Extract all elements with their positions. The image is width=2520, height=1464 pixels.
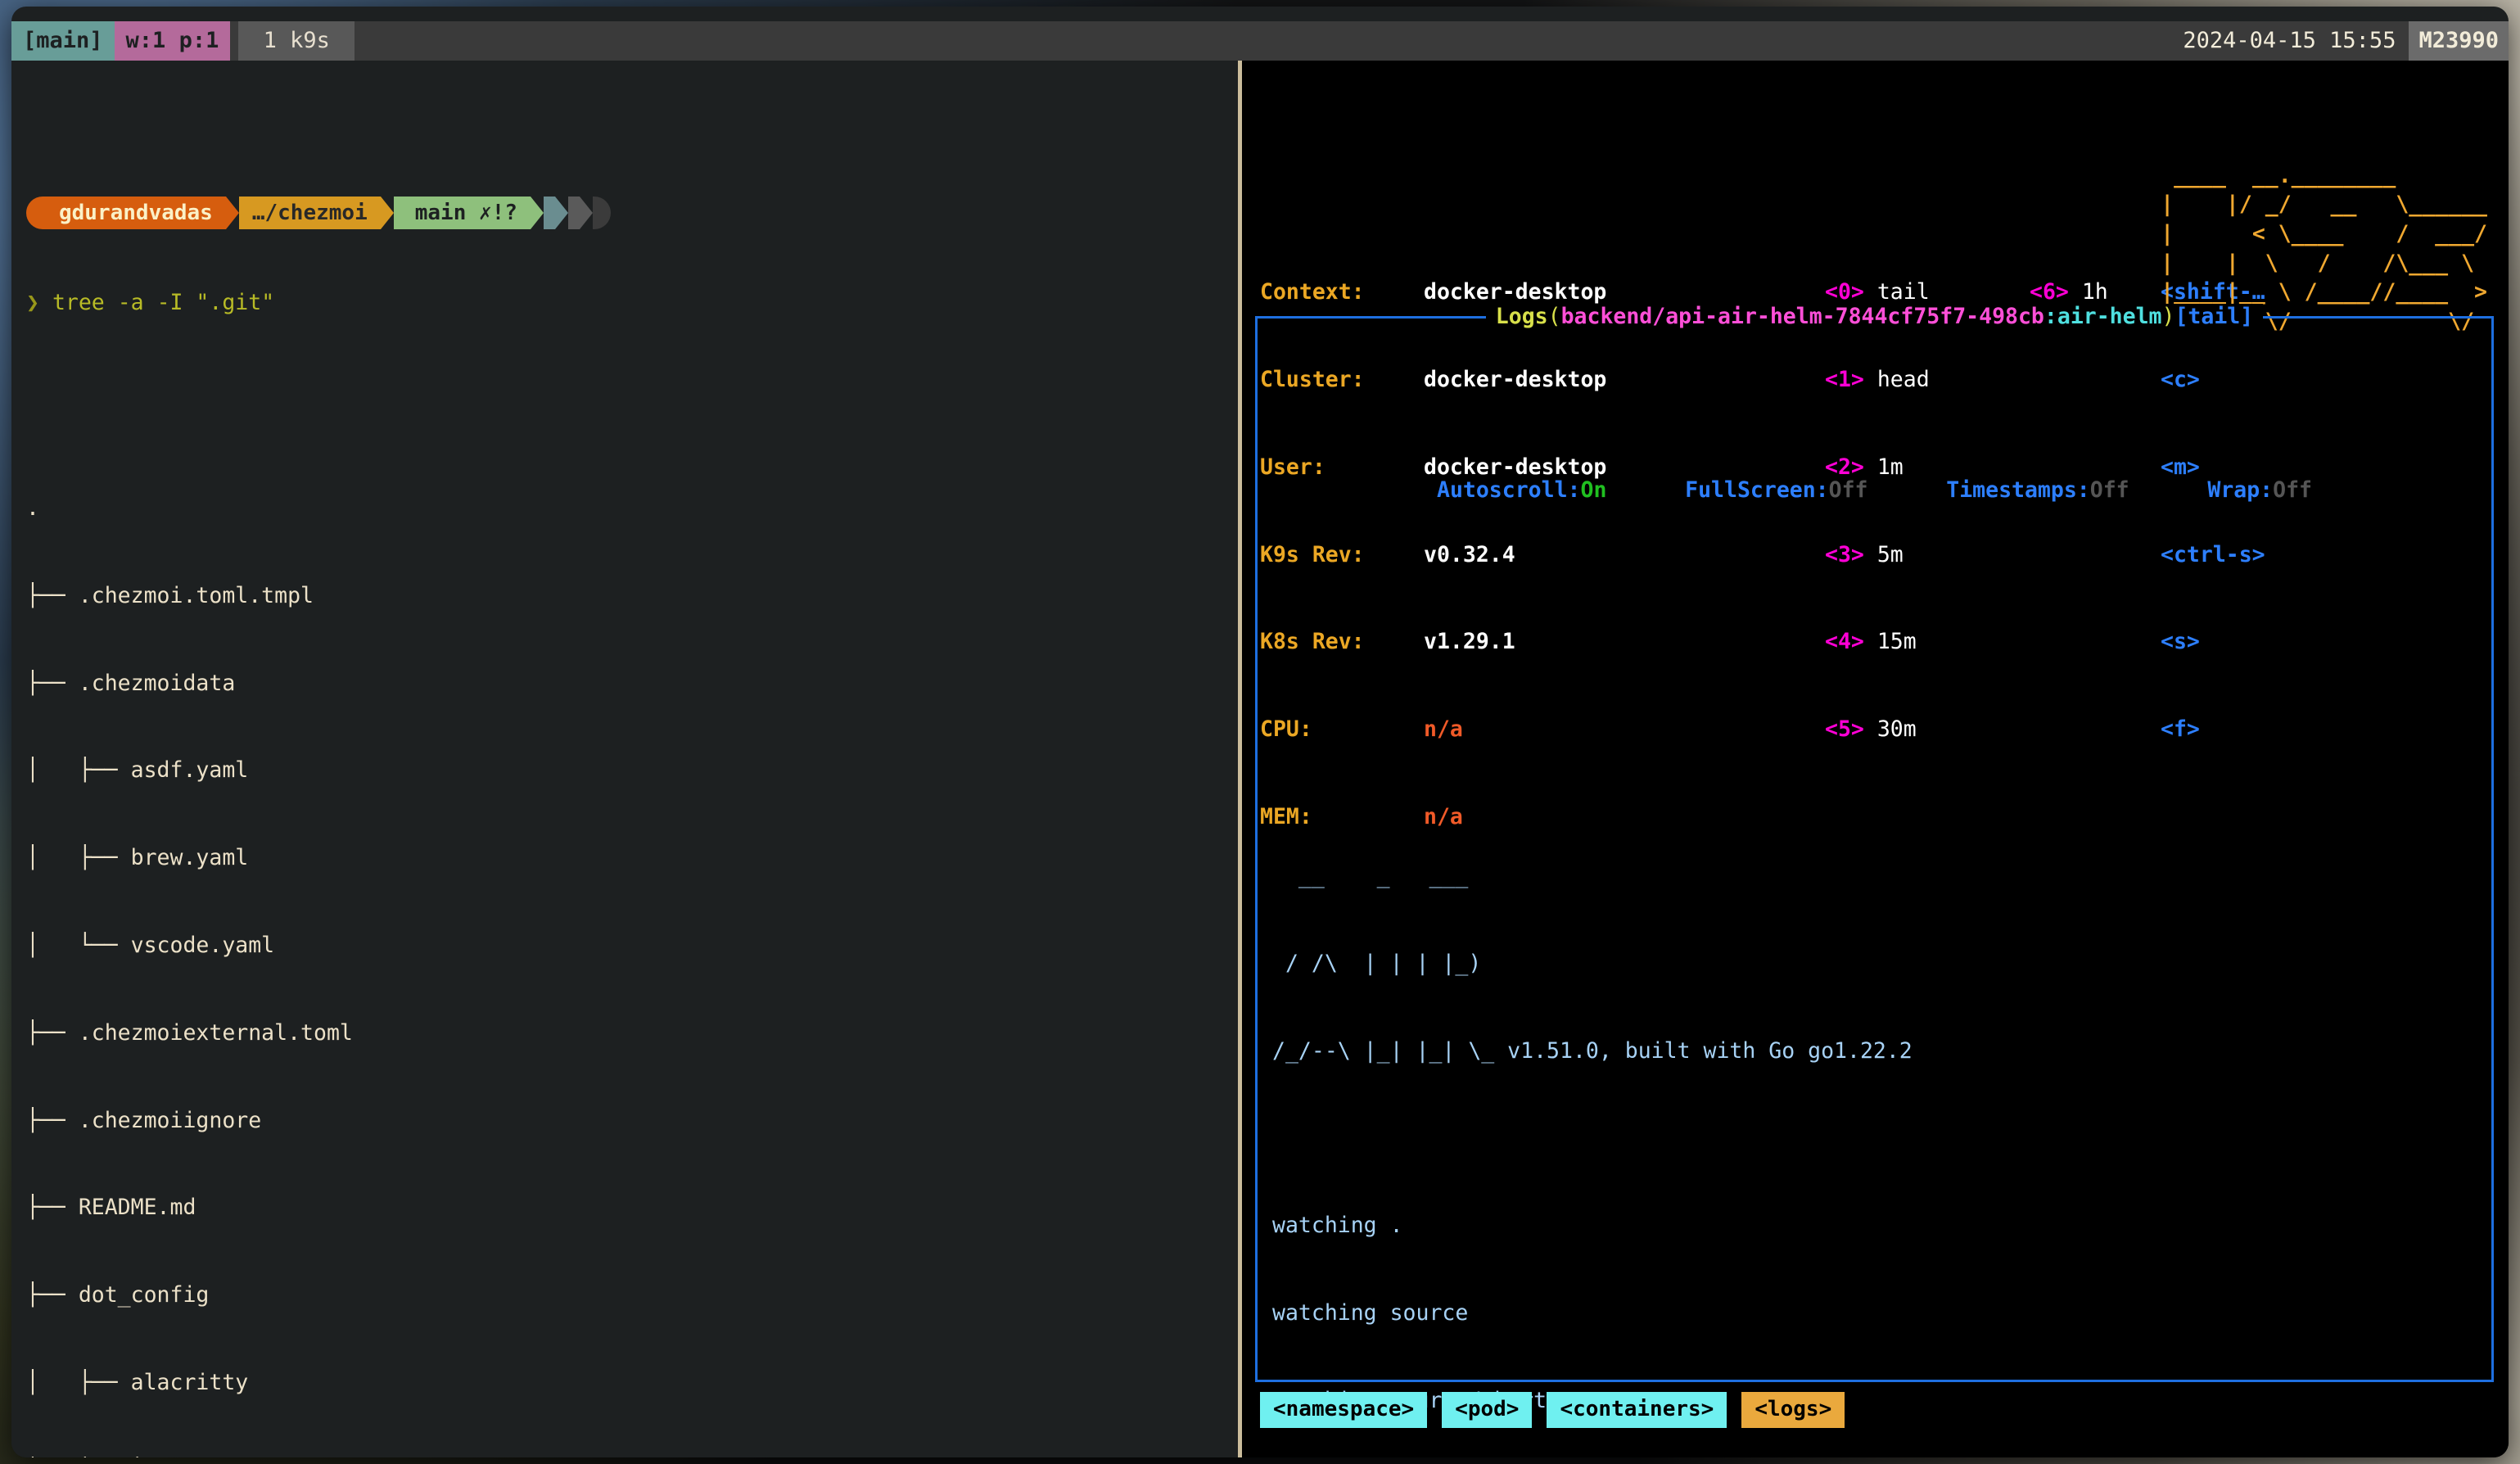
logs-title-colon: :	[2044, 304, 2057, 329]
terminal-window: [main] w:1 p:1 1 k9s 2024-04-15 15:55 M2…	[11, 7, 2509, 1457]
logs-title-prefix: Logs	[1495, 304, 1548, 329]
k9s-bottom-menu: <namespace> <pod> <containers> <logs>	[1260, 1392, 1845, 1428]
tree-line: │ └── vscode.yaml	[26, 933, 275, 959]
logs-title-mode: [tail]	[2175, 304, 2254, 329]
tree-line: ├── .chezmoiignore	[26, 1107, 262, 1133]
command-text: tree -a -I ".git"	[52, 289, 275, 315]
prompt-arrow-icon: ❯	[26, 289, 39, 315]
logs-content[interactable]: __ _ ___ / /\ | | | |_) /_/--\ |_| |_| \…	[1258, 592, 2491, 1457]
option-label: Timestamps:	[1946, 477, 2090, 503]
air-ascii-logo-line: /_/--\ |_| |_| \_ v1.51.0, built with Go…	[1272, 1037, 1913, 1064]
tmux-window-k9s[interactable]: 1 k9s	[238, 21, 355, 61]
tree-output: . ├── .chezmoi.toml.tmpl ├── .chezmoidat…	[26, 436, 1238, 1457]
tmux-window-pane-indicator: w:1 p:1	[114, 21, 231, 61]
logs-title-open-paren: (	[1547, 304, 1561, 329]
powerline-separator	[579, 197, 593, 230]
key-label: tail	[1876, 279, 1930, 305]
prompt-git-status: main ✗!?	[414, 200, 517, 225]
option-value: Off	[2273, 477, 2313, 503]
tree-line: ├── README.md	[26, 1195, 196, 1221]
prompt-username: gdurandvadas	[59, 200, 213, 225]
prompt-git-segment: main ✗!?	[393, 197, 531, 230]
tmux-session-name[interactable]: [main]	[11, 21, 115, 61]
tree-line: ├── .chezmoidata	[26, 670, 236, 696]
tree-line: │ ├── asdf.yaml	[26, 757, 249, 784]
logs-title-pod: backend/api-air-helm-7844cf75f7-498cb	[1560, 304, 2044, 329]
option-label: FullScreen:	[1685, 477, 1829, 503]
tmux-status-spacer	[355, 21, 2170, 61]
powerline-filler-grey	[567, 197, 580, 230]
powerline-separator	[380, 197, 394, 230]
menu-button-logs[interactable]: <logs>	[1741, 1392, 1845, 1428]
key-combo[interactable]: <6>	[2030, 279, 2069, 305]
powerline-tail-cap	[592, 197, 611, 230]
tmux-hostname: M23990	[2409, 21, 2509, 61]
shell-prompt-1: gdurandvadas …/chezmoi main ✗!?	[26, 197, 1238, 230]
logs-title-container: air-helm	[2057, 304, 2162, 329]
option-wrap[interactable]: Wrap:Off	[2207, 477, 2312, 503]
menu-button-namespace[interactable]: <namespace>	[1260, 1392, 1428, 1428]
air-ascii-logo-line: / /\ | | | |_)	[1272, 950, 1495, 976]
tmux-pane-shell[interactable]: gdurandvadas …/chezmoi main ✗!? ❯ tree -…	[11, 61, 1238, 1457]
logs-options-row: Autoscroll:On FullScreen:Off Timestamps:…	[1258, 464, 2491, 505]
option-fullscreen[interactable]: FullScreen:Off	[1685, 477, 1867, 503]
tree-line: ├── .chezmoi.toml.tmpl	[26, 582, 314, 608]
option-timestamps[interactable]: Timestamps:Off	[1946, 477, 2129, 503]
option-value: Off	[1828, 477, 1868, 503]
logs-title-close-paren: )	[2161, 304, 2175, 329]
powerline-separator	[225, 197, 239, 230]
option-value: On	[1580, 477, 1607, 503]
powerline-separator	[554, 197, 568, 230]
option-autoscroll[interactable]: Autoscroll:On	[1437, 477, 1606, 503]
tree-line: .	[26, 495, 39, 522]
air-ascii-logo-line: __ _ ___	[1272, 863, 1495, 889]
key-combo[interactable]: <0>	[1825, 279, 1864, 305]
k9s-logs-panel[interactable]: Logs(backend/api-air-helm-7844cf75f7-498…	[1255, 304, 2494, 1413]
powerline-filler-teal	[543, 197, 555, 230]
tree-line: │ │ ├── alacritty.toml	[26, 1456, 1238, 1458]
tmux-pane-k9s[interactable]: Context: docker-desktop Cluster: docker-de…	[1242, 61, 2509, 1457]
tree-line: ├── .chezmoiexternal.toml	[26, 1019, 353, 1046]
prompt-user-segment: gdurandvadas	[26, 197, 226, 230]
shell-command-1: ❯ tree -a -I ".git"	[26, 288, 1238, 318]
powerline-separator	[530, 197, 544, 230]
prompt-path-segment: …/chezmoi	[238, 197, 381, 230]
tree-line: ├── dot_config	[26, 1282, 210, 1308]
option-value: Off	[2089, 477, 2129, 503]
tree-line: │ ├── alacritty	[26, 1369, 249, 1395]
tmux-status-gap	[230, 21, 239, 61]
log-line: watching .	[1272, 1213, 1403, 1239]
logs-panel-title: Logs(backend/api-air-helm-7844cf75f7-498…	[1258, 302, 2491, 332]
key-label: 1h	[2081, 279, 2108, 305]
option-label: Autoscroll:	[1436, 477, 1581, 503]
option-label: Wrap:	[2207, 477, 2274, 503]
tmux-clock: 2024-04-15 15:55	[2170, 21, 2409, 61]
tmux-status-bar: [main] w:1 p:1 1 k9s 2024-04-15 15:55 M2…	[11, 21, 2509, 61]
tree-line: │ ├── brew.yaml	[26, 845, 249, 871]
log-line: watching source	[1272, 1300, 1469, 1326]
menu-button-containers[interactable]: <containers>	[1547, 1392, 1727, 1428]
menu-button-pod[interactable]: <pod>	[1442, 1392, 1533, 1428]
